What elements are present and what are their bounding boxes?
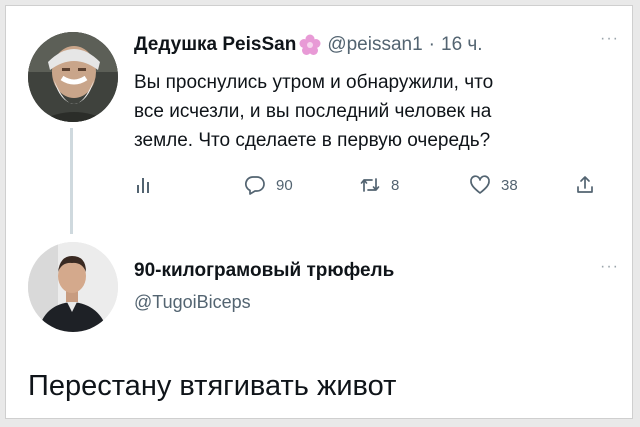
share-icon [577,176,593,193]
views-button[interactable] [134,174,156,196]
tweet-text-line: все исчезли, и вы последний человек на [134,101,492,122]
heart-icon [470,175,490,194]
author-avatar[interactable] [28,32,118,122]
like-button[interactable]: 38 [469,174,518,196]
author-name[interactable]: Дедушка PeisSan [134,34,296,56]
reply-author-handle[interactable]: @TugoiBiceps [134,292,251,313]
like-count: 38 [501,176,518,194]
thread-line [70,128,73,234]
separator-dot: · [428,34,435,55]
reply-text: Перестану втягивать живот [28,370,397,402]
tweet-text-line: Вы проснулись утром и обнаружили, что [134,72,494,93]
reply-count: 90 [276,176,293,194]
share-button[interactable] [574,174,596,196]
more-options-icon[interactable]: ··· [600,258,619,276]
tweet-text-line: земле. Что сделаете в первую очередь? [134,130,491,151]
reply-button[interactable]: 90 [244,174,293,196]
retweet-button[interactable]: 8 [359,174,399,196]
retweet-count: 8 [391,176,400,194]
tweet-text: Вы проснулись утром и обнаружили, что вс… [134,68,624,155]
more-options-icon[interactable]: ··· [600,30,619,48]
analytics-icon [137,178,149,193]
reply-author-name[interactable]: 90-килограмовый трюфель [134,260,394,282]
tweet-actions: 90 8 38 [134,174,614,200]
reply-author-avatar[interactable] [28,242,118,332]
tweet-timestamp[interactable]: 16 ч. [441,34,483,56]
author-handle[interactable]: @peissan1 [327,34,422,56]
retweet-icon [360,178,380,192]
flower-emoji-icon [299,34,321,56]
tweet-header: Дедушка PeisSan @peissan1 · 16 ч. [134,30,483,60]
tweet-screenshot: Дедушка PeisSan @peissan1 · 16 ч. ··· Вы… [5,5,633,419]
reply-icon [244,176,265,195]
